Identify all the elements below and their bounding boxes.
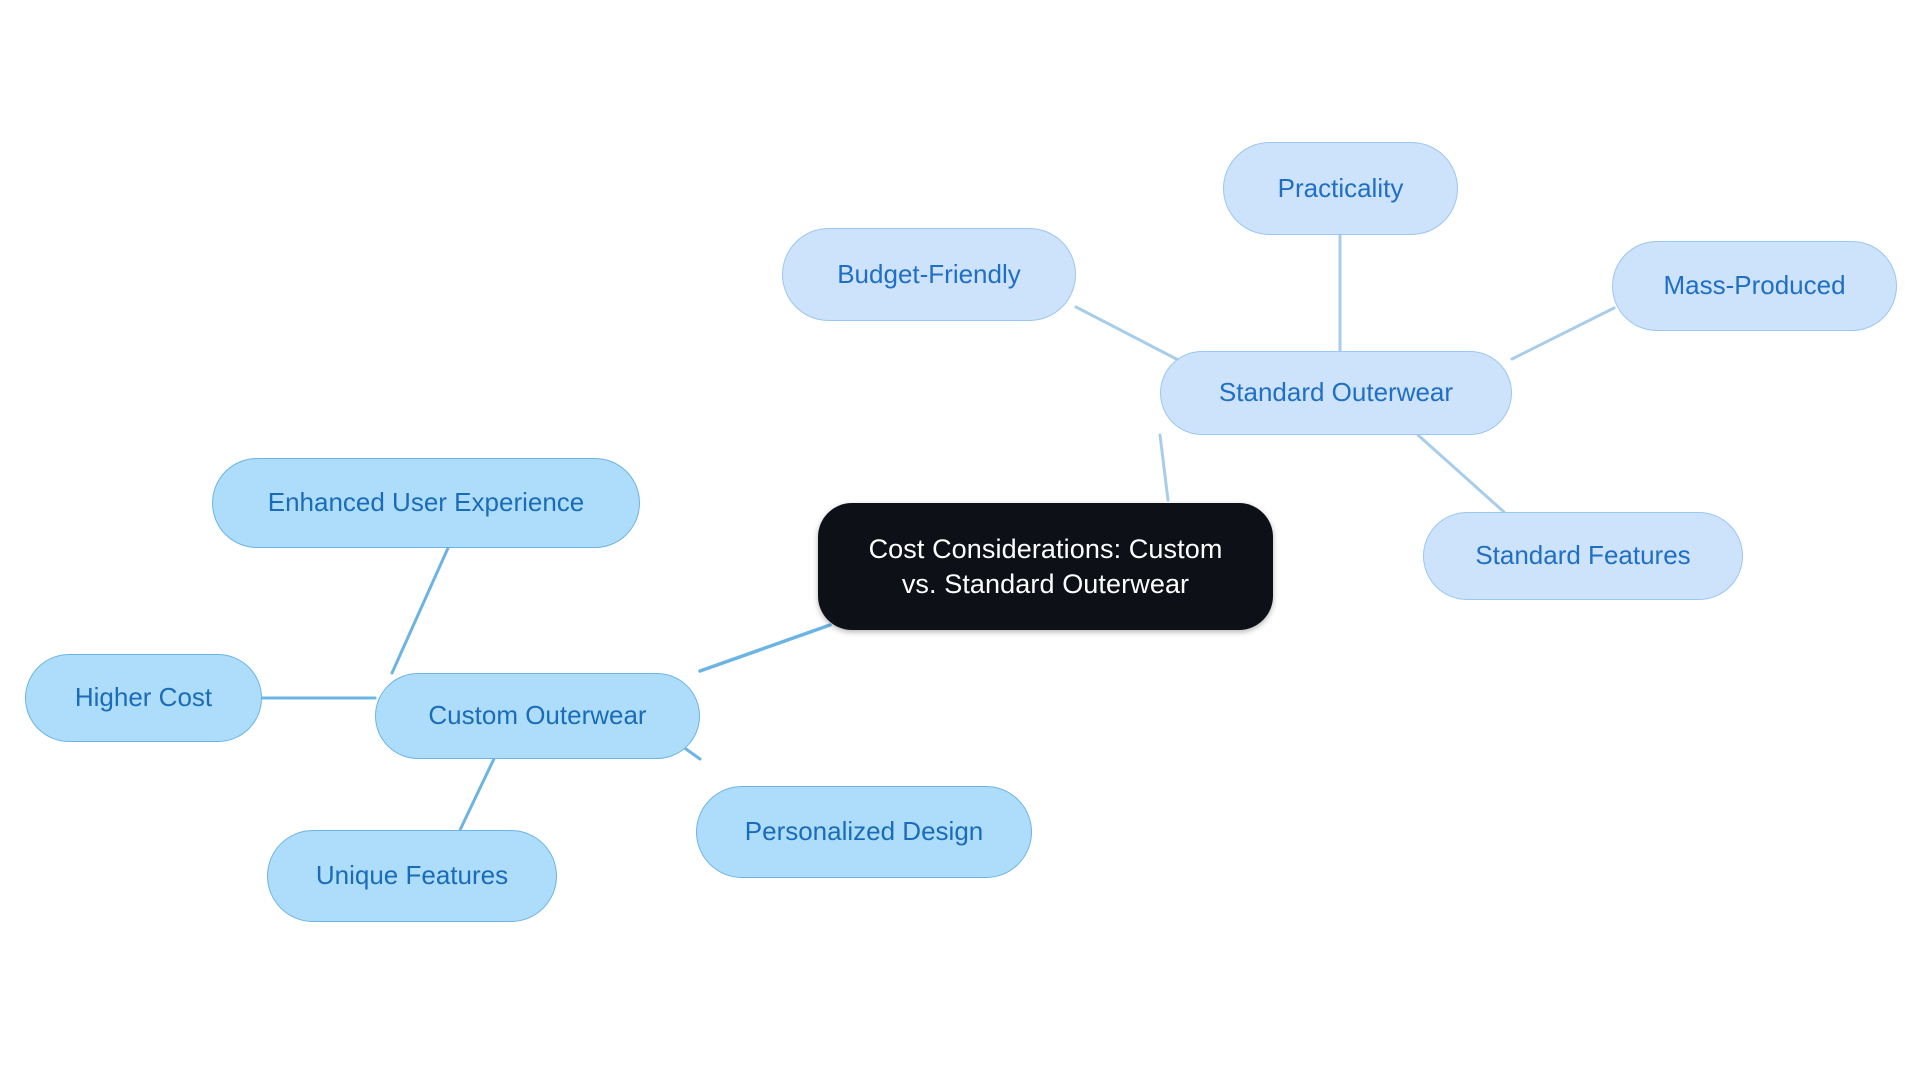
node-label-custom-outerwear: Custom Outerwear [428,700,647,731]
node-label-mass-produced: Mass-Produced [1663,270,1846,301]
node-label-higher-cost: Higher Cost [74,682,213,713]
node-standard-features[interactable]: Standard Features [1423,512,1743,600]
node-personalized-design[interactable]: Personalized Design [696,786,1032,878]
edge-root-custom [698,623,832,673]
node-root[interactable]: Cost Considerations: Custom vs. Standard… [818,503,1273,630]
node-standard-outerwear[interactable]: Standard Outerwear [1160,351,1512,435]
edge-custom-enhanced [390,546,450,675]
node-higher-cost[interactable]: Higher Cost [25,654,262,742]
node-enhanced-user-experience[interactable]: Enhanced User Experience [212,458,640,548]
node-label-root: Cost Considerations: Custom vs. Standard… [868,533,1223,599]
node-label-unique-features: Unique Features [315,860,509,891]
mindmap-canvas: Cost Considerations: Custom vs. Standard… [0,0,1920,1083]
node-mass-produced[interactable]: Mass-Produced [1612,241,1897,331]
node-label-personalized-design: Personalized Design [744,816,984,847]
edge-standard-mass [1510,306,1616,361]
node-custom-outerwear[interactable]: Custom Outerwear [375,673,700,759]
node-label-enhanced-user-experience: Enhanced User Experience [267,487,585,518]
node-label-practicality: Practicality [1277,172,1404,203]
node-practicality[interactable]: Practicality [1223,142,1458,235]
edge-standard-budget [1074,305,1188,366]
edge-root-standard [1158,433,1170,502]
node-label-standard-outerwear: Standard Outerwear [1218,377,1454,408]
node-label-standard-features: Standard Features [1475,540,1691,571]
node-budget-friendly[interactable]: Budget-Friendly [782,228,1076,321]
node-label-budget-friendly: Budget-Friendly [837,258,1021,289]
node-unique-features[interactable]: Unique Features [267,830,557,922]
edge-standard-features-edge [1416,433,1506,514]
